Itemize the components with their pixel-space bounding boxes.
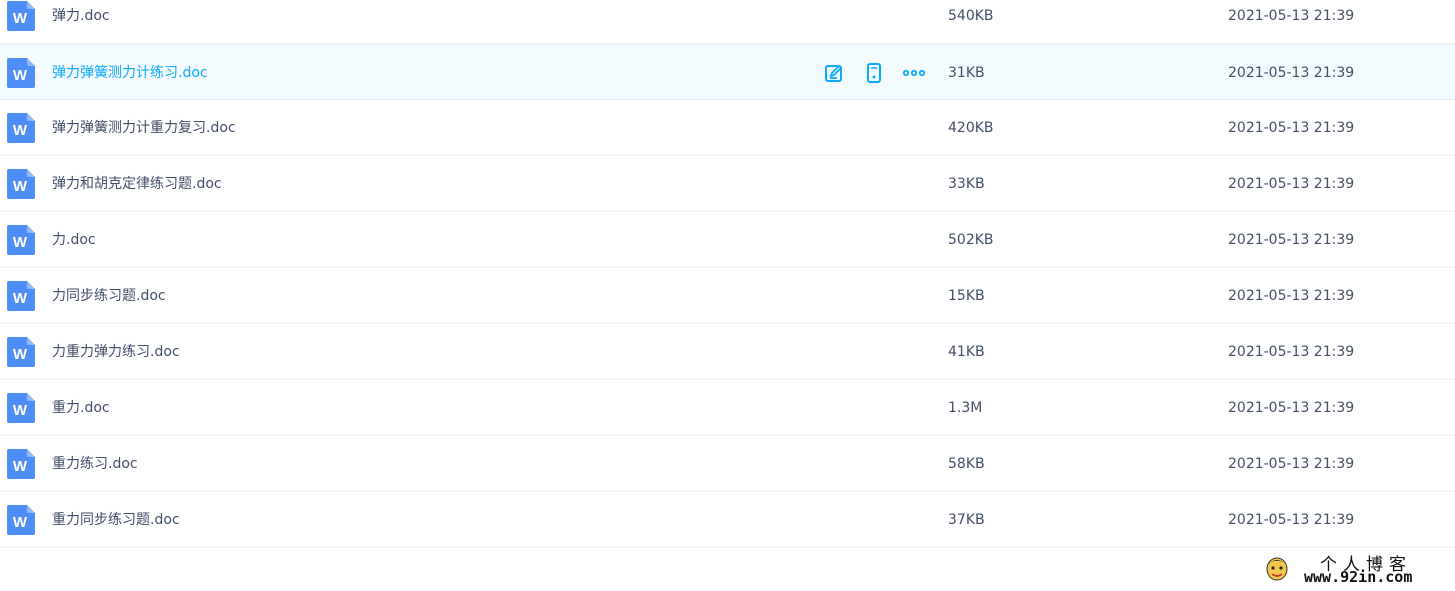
svg-text:W: W (13, 122, 28, 139)
file-size: 1.3M (948, 400, 983, 416)
svg-text:W: W (13, 458, 28, 475)
word-doc-icon: W (7, 225, 35, 255)
svg-text:W: W (13, 402, 28, 419)
file-size: 540KB (948, 8, 994, 24)
file-row[interactable]: W 重力同步练习题.doc 37KB 2021-05-13 21:39 (0, 492, 1455, 548)
file-row[interactable]: W 力重力弹力练习.doc 41KB 2021-05-13 21:39 (0, 324, 1455, 380)
file-name-link[interactable]: 弹力和胡克定律练习题.doc (52, 156, 222, 212)
file-name-link[interactable]: 弹力.doc (52, 0, 110, 44)
svg-text:W: W (13, 178, 28, 195)
file-row[interactable]: W 重力练习.doc 58KB 2021-05-13 21:39 (0, 436, 1455, 492)
svg-text:W: W (13, 346, 28, 363)
file-modified-time: 2021-05-13 21:39 (1228, 8, 1355, 24)
file-name-link[interactable]: 重力练习.doc (52, 436, 138, 492)
file-size: 33KB (948, 176, 985, 192)
file-row[interactable]: W 弹力弹簧测力计练习.doc 31KB 2021-05-13 21:39 (0, 44, 1455, 100)
file-size: 31KB (948, 65, 985, 81)
word-doc-icon: W (7, 58, 35, 88)
svg-text:W: W (13, 67, 28, 84)
svg-text:W: W (13, 290, 28, 307)
file-name-link[interactable]: 重力同步练习题.doc (52, 492, 180, 548)
file-size: 420KB (948, 120, 994, 136)
file-name-link[interactable]: 力重力弹力练习.doc (52, 324, 180, 380)
file-modified-time: 2021-05-13 21:39 (1228, 232, 1355, 248)
phone-icon[interactable] (862, 61, 886, 85)
word-doc-icon: W (7, 281, 35, 311)
word-doc-icon: W (7, 393, 35, 423)
file-row[interactable]: W 力同步练习题.doc 15KB 2021-05-13 21:39 (0, 268, 1455, 324)
file-name-link[interactable]: 重力.doc (52, 380, 110, 436)
file-row[interactable]: W 弹力弹簧测力计重力复习.doc 420KB 2021-05-13 21:39 (0, 100, 1455, 156)
file-modified-time: 2021-05-13 21:39 (1228, 456, 1355, 472)
svg-text:W: W (13, 234, 28, 251)
word-doc-icon: W (7, 449, 35, 479)
more-icon[interactable] (902, 61, 926, 85)
file-modified-time: 2021-05-13 21:39 (1228, 512, 1355, 528)
word-doc-icon: W (7, 113, 35, 143)
file-row[interactable]: W 弹力.doc 540KB 2021-05-13 21:39 (0, 0, 1455, 44)
file-modified-time: 2021-05-13 21:39 (1228, 400, 1355, 416)
file-row[interactable]: W 力.doc 502KB 2021-05-13 21:39 (0, 212, 1455, 268)
file-modified-time: 2021-05-13 21:39 (1228, 65, 1355, 81)
svg-text:W: W (13, 10, 28, 27)
file-size: 37KB (948, 512, 985, 528)
word-doc-icon: W (7, 337, 35, 367)
file-name-link[interactable]: 弹力弹簧测力计重力复习.doc (52, 100, 236, 156)
file-name-link[interactable]: 力同步练习题.doc (52, 268, 166, 324)
file-size: 41KB (948, 344, 985, 360)
file-modified-time: 2021-05-13 21:39 (1228, 344, 1355, 360)
word-doc-icon: W (7, 1, 35, 31)
file-row[interactable]: W 弹力和胡克定律练习题.doc 33KB 2021-05-13 21:39 (0, 156, 1455, 212)
file-modified-time: 2021-05-13 21:39 (1228, 176, 1355, 192)
watermark: 个人博客 www.92in.com (1258, 548, 1448, 588)
word-doc-icon: W (7, 169, 35, 199)
word-doc-icon: W (7, 505, 35, 535)
file-name-link[interactable]: 力.doc (52, 212, 96, 268)
file-row[interactable]: W 重力.doc 1.3M 2021-05-13 21:39 (0, 380, 1455, 436)
file-modified-time: 2021-05-13 21:39 (1228, 288, 1355, 304)
row-actions (822, 45, 942, 101)
file-size: 502KB (948, 232, 994, 248)
watermark-face-icon (1264, 554, 1290, 582)
file-name-link[interactable]: 弹力弹簧测力计练习.doc (52, 45, 208, 101)
file-modified-time: 2021-05-13 21:39 (1228, 120, 1355, 136)
file-size: 15KB (948, 288, 985, 304)
watermark-url: www.92in.com (1304, 568, 1413, 586)
edit-icon[interactable] (822, 61, 846, 85)
file-list: W 弹力.doc 540KB 2021-05-13 21:39 W 弹力弹簧测力计练… (0, 0, 1455, 548)
svg-text:W: W (13, 514, 28, 531)
file-size: 58KB (948, 456, 985, 472)
